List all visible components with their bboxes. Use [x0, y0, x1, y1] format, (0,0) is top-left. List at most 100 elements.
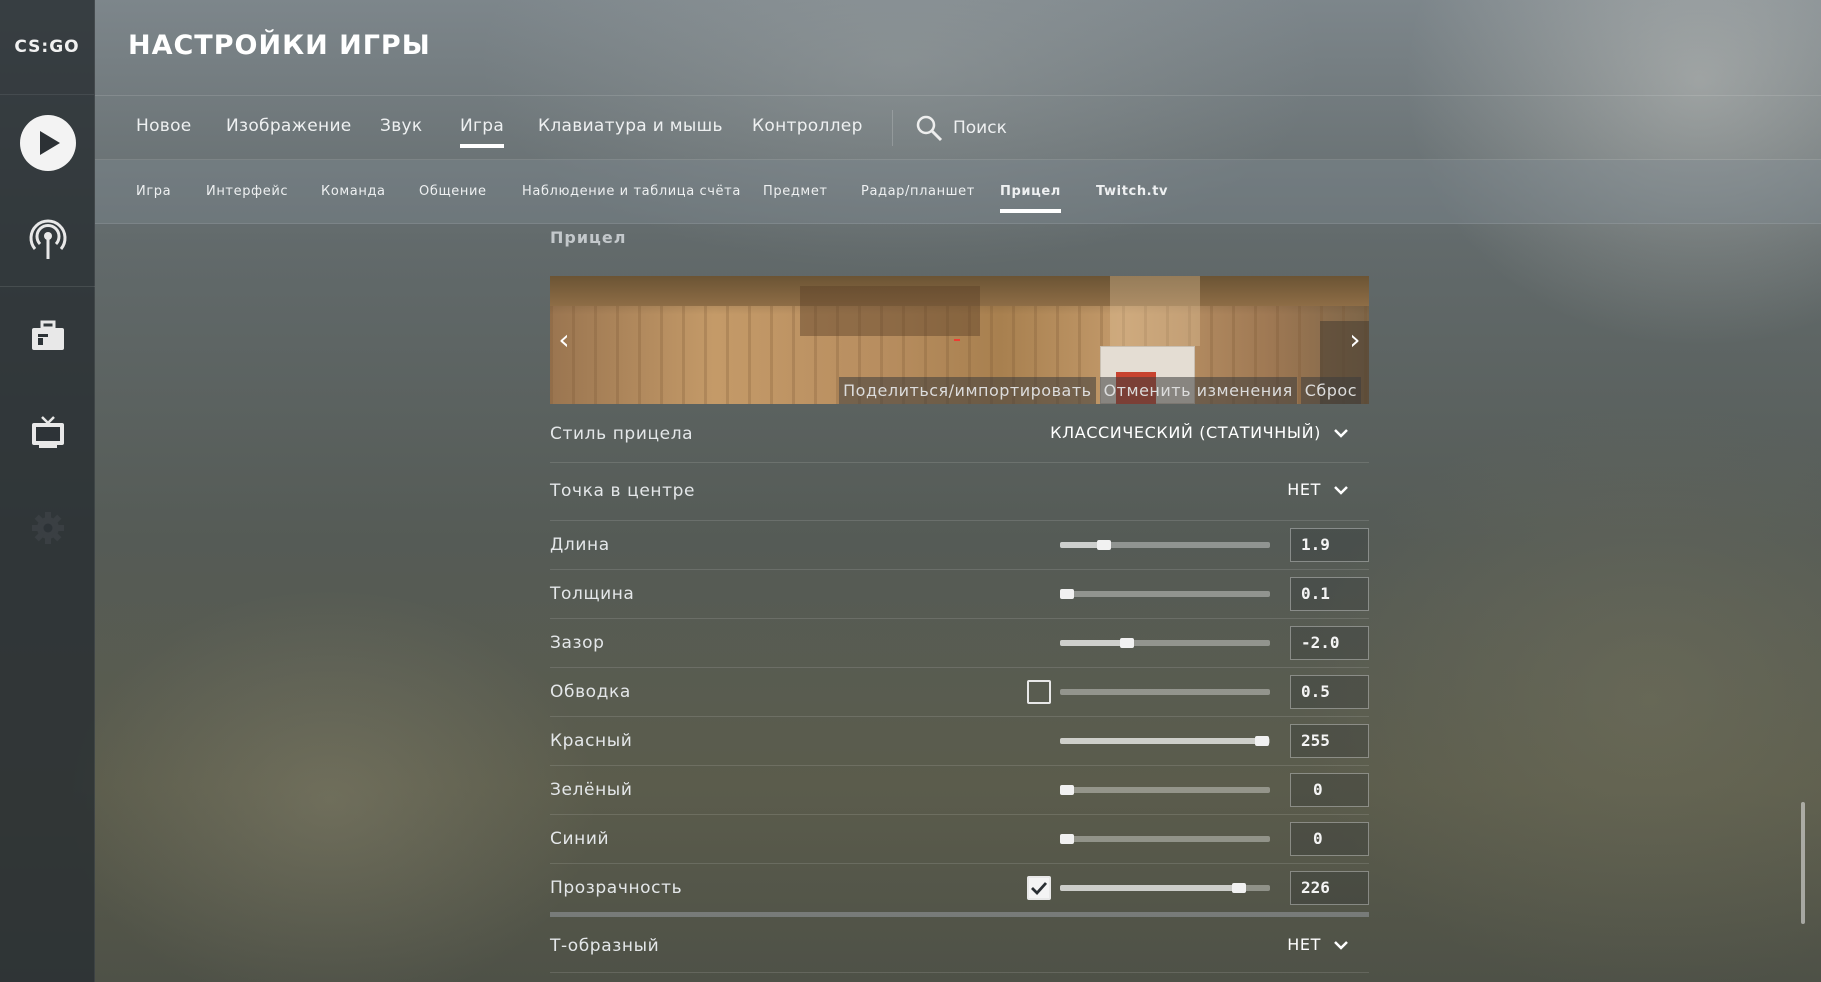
slider-thumb[interactable] [1060, 785, 1074, 795]
row-t-style: Т-образный НЕТ [550, 917, 1369, 973]
label-gap: Зазор [550, 633, 605, 653]
subtab-item[interactable]: Предмет [763, 184, 828, 213]
row-gap: Зазор -2.0 [550, 619, 1369, 668]
checkmark-icon [1031, 882, 1048, 896]
dropdown-t-style[interactable]: НЕТ [1287, 935, 1349, 954]
label-blue: Синий [550, 829, 610, 849]
input-length[interactable]: 1.9 [1290, 528, 1369, 562]
label-outline: Обводка [550, 682, 631, 702]
subtab-twitch[interactable]: Twitch.tv [1096, 184, 1168, 213]
scrollbar[interactable] [1801, 802, 1805, 924]
slider-thumb[interactable] [1060, 589, 1074, 599]
preview-next-arrow-icon[interactable]: › [1343, 326, 1367, 354]
row-blue: Синий 0 [550, 815, 1369, 864]
preview-actions: Поделиться/импортировать Отменить измене… [839, 377, 1361, 404]
subtab-communication[interactable]: Общение [419, 184, 487, 213]
play-icon [19, 115, 76, 171]
tab-video[interactable]: Изображение [226, 116, 352, 148]
input-blue[interactable]: 0 [1290, 822, 1369, 856]
dropdown-value: НЕТ [1287, 480, 1321, 499]
input-green[interactable]: 0 [1290, 773, 1369, 807]
slider-thickness[interactable] [1060, 589, 1270, 599]
crosshair-preview: ‹ › Поделиться/импортировать Отменить из… [550, 276, 1369, 404]
input-thickness[interactable]: 0.1 [1290, 577, 1369, 611]
subtab-interface[interactable]: Интерфейс [206, 184, 288, 213]
chevron-down-icon [1334, 940, 1348, 950]
tab-controller[interactable]: Контроллер [752, 116, 863, 148]
dropdown-value: КЛАССИЧЕСКИЙ (СТАТИЧНЫЙ) [1050, 423, 1321, 442]
sub-tabs: Игра Интерфейс Команда Общение Наблюдени… [95, 160, 1821, 224]
slider-red[interactable] [1060, 736, 1270, 746]
slider-gap[interactable] [1060, 638, 1270, 648]
slider-thumb[interactable] [1060, 834, 1074, 844]
sidebar-broadcast-button[interactable] [0, 200, 95, 280]
reset-button[interactable]: Сброс [1300, 377, 1361, 404]
checkbox-alpha[interactable] [1027, 876, 1051, 900]
label-crosshair-style: Стиль прицела [550, 424, 694, 444]
sidebar-play-button[interactable] [0, 103, 95, 183]
dropdown-center-dot[interactable]: НЕТ [1287, 480, 1349, 499]
subtab-crosshair[interactable]: Прицел [1000, 184, 1061, 213]
row-length: Длина 1.9 [550, 521, 1369, 570]
tab-audio[interactable]: Звук [380, 116, 422, 148]
sidebar-inventory-button[interactable] [0, 296, 95, 376]
slider-alpha[interactable] [1060, 883, 1270, 893]
share-import-button[interactable]: Поделиться/импортировать [839, 377, 1096, 404]
row-center-dot: Точка в центре НЕТ [550, 463, 1369, 521]
subtab-game[interactable]: Игра [136, 184, 171, 213]
subtab-radar[interactable]: Радар/планшет [861, 184, 975, 213]
row-thickness: Толщина 0.1 [550, 570, 1369, 619]
tab-keyboard-mouse[interactable]: Клавиатура и мышь [538, 116, 723, 148]
main-tabs: Новое Изображение Звук Игра Клавиатура и… [95, 96, 1821, 160]
nav-divider [892, 110, 893, 146]
tab-new[interactable]: Новое [136, 116, 192, 148]
row-crosshair-style: Стиль прицела КЛАССИЧЕСКИЙ (СТАТИЧНЫЙ) [550, 404, 1369, 463]
antenna-icon [29, 219, 66, 259]
sidebar-settings-button[interactable] [0, 488, 95, 568]
row-green: Зелёный 0 [550, 766, 1369, 815]
slider-thumb[interactable] [1231, 883, 1246, 893]
revert-changes-button[interactable]: Отменить изменения [1099, 377, 1297, 404]
logo-text: CS:GO [14, 37, 80, 57]
label-length: Длина [550, 535, 610, 555]
slider-green[interactable] [1060, 785, 1270, 795]
search-icon [916, 115, 943, 142]
tab-game[interactable]: Игра [460, 116, 505, 148]
label-t-style: Т-образный [550, 936, 660, 956]
page-title: НАСТРОЙКИ ИГРЫ [128, 30, 431, 61]
row-red: Красный 255 [550, 717, 1369, 766]
row-outline: Обводка 0.5 [550, 668, 1369, 717]
csgo-logo[interactable]: CS:GO [0, 0, 94, 95]
sidebar-watch-button[interactable] [0, 392, 95, 472]
dropdown-crosshair-style[interactable]: КЛАССИЧЕСКИЙ (СТАТИЧНЫЙ) [1050, 423, 1349, 442]
chevron-down-icon [1334, 428, 1348, 438]
tv-icon [31, 416, 64, 448]
row-alpha: Прозрачность 226 [550, 864, 1369, 913]
slider-blue[interactable] [1060, 834, 1270, 844]
label-center-dot: Точка в центре [550, 481, 696, 501]
gear-icon [31, 512, 64, 544]
input-red[interactable]: 255 [1290, 724, 1369, 758]
slider-outline[interactable] [1060, 689, 1270, 695]
slider-thumb[interactable] [1097, 540, 1112, 550]
header: НАСТРОЙКИ ИГРЫ [95, 0, 1821, 96]
label-alpha: Прозрачность [550, 878, 683, 898]
subtab-spectator-scoreboard[interactable]: Наблюдение и таблица счёта [522, 184, 741, 213]
preview-prev-arrow-icon[interactable]: ‹ [552, 326, 576, 354]
input-gap[interactable]: -2.0 [1290, 626, 1369, 660]
input-outline[interactable]: 0.5 [1290, 675, 1369, 709]
slider-thumb[interactable] [1254, 736, 1269, 746]
dropdown-value: НЕТ [1287, 935, 1321, 954]
sidebar: CS:GO [0, 0, 95, 982]
briefcase-icon [31, 320, 64, 350]
chevron-down-icon [1334, 485, 1348, 495]
slider-thumb[interactable] [1120, 638, 1135, 648]
subtab-team[interactable]: Команда [321, 184, 386, 213]
search-button[interactable]: Поиск [915, 114, 1007, 142]
slider-length[interactable] [1060, 540, 1270, 550]
checkbox-outline[interactable] [1027, 680, 1051, 704]
label-red: Красный [550, 731, 633, 751]
input-alpha[interactable]: 226 [1290, 871, 1369, 905]
label-thickness: Толщина [550, 584, 635, 604]
label-green: Зелёный [550, 780, 633, 800]
